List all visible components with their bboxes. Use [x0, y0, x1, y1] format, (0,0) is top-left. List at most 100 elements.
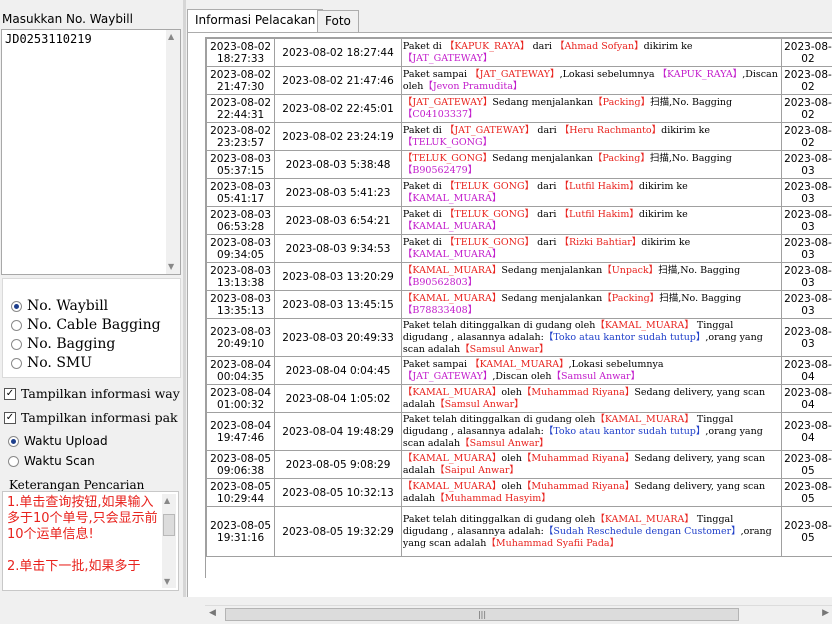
scroll-up-icon[interactable]: ▲: [168, 32, 174, 41]
radio-no-bagging[interactable]: No. Bagging: [11, 336, 115, 352]
checkbox-icon: ✓: [4, 412, 16, 424]
upload-time-cell: 2023-08-0400:04:35: [207, 357, 275, 385]
date-cell: 2023-08-03: [781, 291, 832, 319]
radio-label: Waktu Upload: [24, 434, 108, 448]
radio-no-waybill[interactable]: No. Waybill: [11, 298, 108, 314]
date-cell: 2023-08-02: [781, 67, 832, 95]
upload-time-cell: 2023-08-0309:34:05: [207, 235, 275, 263]
date-cell: 2023-08-03: [781, 319, 832, 357]
waybill-input-scrollbar[interactable]: ▲ ▼: [166, 30, 180, 274]
table-row[interactable]: 2023-08-0218:27:332023-08-02 18:27:44Pak…: [207, 39, 832, 67]
arrow-right-icon[interactable]: ▶: [822, 608, 829, 618]
scan-time-cell: 2023-08-03 13:20:29: [275, 263, 402, 291]
description-cell: Paket di 【KAPUK_RAYA】 dari 【Ahmad Sofyan…: [401, 39, 781, 67]
date-cell: 2023-08-05: [781, 451, 832, 479]
radio-icon: [11, 301, 22, 312]
scan-time-cell: 2023-08-04 19:48:29: [275, 413, 402, 451]
scan-time-cell: 2023-08-03 20:49:33: [275, 319, 402, 357]
table-row[interactable]: 2023-08-0320:49:102023-08-03 20:49:33Pak…: [207, 319, 832, 357]
table-row[interactable]: 2023-08-0401:00:322023-08-04 1:05:02【KAM…: [207, 385, 832, 413]
table-row[interactable]: 2023-08-0309:34:052023-08-03 9:34:53Pake…: [207, 235, 832, 263]
date-cell: 2023-08-04: [781, 385, 832, 413]
description-cell: 【KAMAL_MUARA】Sedang menjalankan【Packing】…: [401, 291, 781, 319]
table-row[interactable]: 2023-08-0222:44:312023-08-02 22:45:01【JA…: [207, 95, 832, 123]
description-cell: Paket telah ditinggalkan di gudang oleh【…: [401, 319, 781, 357]
radio-label: No. SMU: [27, 355, 92, 371]
table-row[interactable]: 2023-08-0221:47:302023-08-02 21:47:46Pak…: [207, 67, 832, 95]
checkbox-show-waybill-info[interactable]: ✓ Tampilkan informasi way: [4, 386, 180, 401]
description-cell: Paket sampai 【JAT_GATEWAY】,Lokasi sebelu…: [401, 67, 781, 95]
upload-time-cell: 2023-08-0519:31:16: [207, 507, 275, 557]
table-row[interactable]: 2023-08-0313:35:132023-08-03 13:45:15【KA…: [207, 291, 832, 319]
checkbox-icon: ✓: [4, 388, 16, 400]
checkbox-show-package-info[interactable]: ✓ Tampilkan informasi pak: [4, 410, 178, 425]
scroll-down-icon[interactable]: ▼: [164, 577, 170, 586]
arrow-left-icon[interactable]: ◀: [209, 608, 216, 618]
horizontal-scrollbar[interactable]: ◀ ||| ▶: [205, 605, 832, 624]
upload-time-cell: 2023-08-0419:47:46: [207, 413, 275, 451]
table-row[interactable]: 2023-08-0509:06:382023-08-05 9:08:29【KAM…: [207, 451, 832, 479]
upload-time-cell: 2023-08-0320:49:10: [207, 319, 275, 357]
table-row[interactable]: 2023-08-0223:23:572023-08-02 23:24:19Pak…: [207, 123, 832, 151]
radio-icon: [11, 358, 22, 369]
left-panel: Masukkan No. Waybill JD0253110219 ▲ ▼ No…: [0, 0, 183, 597]
table-row[interactable]: 2023-08-0510:29:442023-08-05 10:32:13【KA…: [207, 479, 832, 507]
table-row[interactable]: 2023-08-0313:13:382023-08-03 13:20:29【KA…: [207, 263, 832, 291]
table-row[interactable]: 2023-08-0400:04:352023-08-04 0:04:45Pake…: [207, 357, 832, 385]
scan-time-cell: 2023-08-03 5:38:48: [275, 151, 402, 179]
tracking-grid[interactable]: 2023-08-0218:27:332023-08-02 18:27:44Pak…: [205, 37, 832, 578]
search-info-box: 1.单击查询按钮,如果输入多于10个单号,只会显示前10个运单信息!2.单击下一…: [2, 491, 179, 591]
table-row[interactable]: 2023-08-0419:47:462023-08-04 19:48:29Pak…: [207, 413, 832, 451]
checkbox-label: Tampilkan informasi way: [21, 386, 180, 401]
tab-informasi-pelacakan[interactable]: Informasi Pelacakan: [187, 9, 323, 33]
date-cell: 2023-08-05: [781, 507, 832, 557]
upload-time-cell: 2023-08-0306:53:28: [207, 207, 275, 235]
table-row[interactable]: 2023-08-0305:41:172023-08-03 5:41:23Pake…: [207, 179, 832, 207]
waybill-input[interactable]: JD0253110219 ▲ ▼: [1, 29, 181, 275]
description-cell: 【KAMAL_MUARA】oleh【Muhammad Riyana】Sedang…: [401, 385, 781, 413]
panel-splitter[interactable]: [183, 0, 186, 597]
scrollbar-thumb[interactable]: [163, 514, 175, 536]
upload-time-cell: 2023-08-0221:47:30: [207, 67, 275, 95]
waybill-input-value: JD0253110219: [5, 32, 92, 46]
upload-time-cell: 2023-08-0223:23:57: [207, 123, 275, 151]
grip-icon: |||: [478, 610, 486, 619]
scan-time-cell: 2023-08-03 6:54:21: [275, 207, 402, 235]
scan-time-cell: 2023-08-03 9:34:53: [275, 235, 402, 263]
radio-icon: [8, 436, 19, 447]
date-cell: 2023-08-05: [781, 479, 832, 507]
scan-time-cell: 2023-08-02 22:45:01: [275, 95, 402, 123]
date-cell: 2023-08-03: [781, 151, 832, 179]
scan-time-cell: 2023-08-05 19:32:29: [275, 507, 402, 557]
table-row[interactable]: 2023-08-0519:31:162023-08-05 19:32:29Pak…: [207, 507, 832, 557]
upload-time-cell: 2023-08-0222:44:31: [207, 95, 275, 123]
tab-foto[interactable]: Foto: [317, 10, 359, 32]
radio-no-cable-bagging[interactable]: No. Cable Bagging: [11, 317, 161, 333]
radio-waktu-upload[interactable]: Waktu Upload: [8, 434, 108, 448]
radio-waktu-scan[interactable]: Waktu Scan: [8, 454, 95, 468]
scan-time-cell: 2023-08-02 23:24:19: [275, 123, 402, 151]
radio-icon: [11, 339, 22, 350]
scan-time-cell: 2023-08-03 13:45:15: [275, 291, 402, 319]
table-row[interactable]: 2023-08-0306:53:282023-08-03 6:54:21Pake…: [207, 207, 832, 235]
radio-no-smu[interactable]: No. SMU: [11, 355, 92, 371]
date-cell: 2023-08-02: [781, 95, 832, 123]
table-row[interactable]: 2023-08-0305:37:152023-08-03 5:38:48【TEL…: [207, 151, 832, 179]
search-info-scrollbar[interactable]: ▲ ▼: [162, 494, 176, 588]
scan-time-cell: 2023-08-03 5:41:23: [275, 179, 402, 207]
radio-label: Waktu Scan: [24, 454, 95, 468]
scan-time-cell: 2023-08-05 9:08:29: [275, 451, 402, 479]
date-cell: 2023-08-03: [781, 263, 832, 291]
scroll-down-icon[interactable]: ▼: [168, 262, 174, 271]
waybill-input-label: Masukkan No. Waybill: [2, 12, 133, 26]
radio-label: No. Cable Bagging: [27, 317, 161, 333]
date-cell: 2023-08-02: [781, 123, 832, 151]
scrollbar-thumb[interactable]: |||: [225, 608, 739, 621]
scroll-up-icon[interactable]: ▲: [164, 496, 170, 505]
radio-label: No. Bagging: [27, 336, 115, 352]
radio-icon: [11, 320, 22, 331]
upload-time-cell: 2023-08-0305:41:17: [207, 179, 275, 207]
description-cell: 【KAMAL_MUARA】oleh【Muhammad Riyana】Sedang…: [401, 451, 781, 479]
checkbox-label: Tampilkan informasi pak: [21, 410, 178, 425]
scan-time-cell: 2023-08-04 0:04:45: [275, 357, 402, 385]
